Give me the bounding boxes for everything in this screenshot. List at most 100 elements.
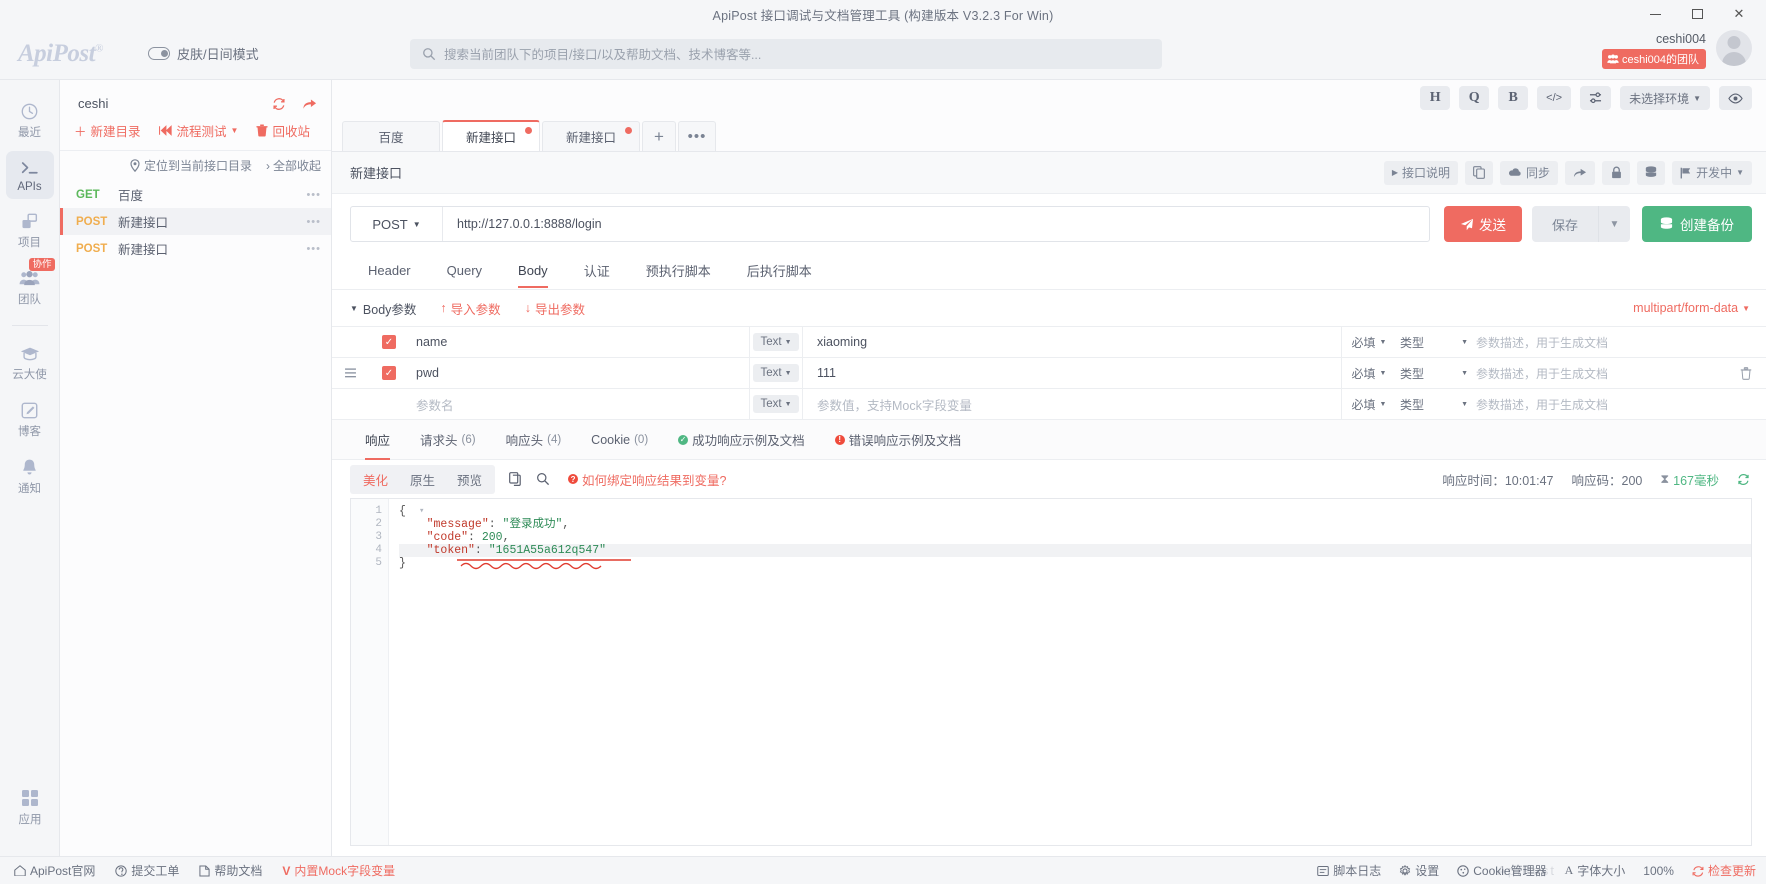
new-tab-button[interactable]: + [642,121,676,151]
tree-row-new-api-2[interactable]: POST 新建接口 ••• [60,235,331,262]
row-more-icon[interactable]: ••• [306,243,321,255]
param-name-input[interactable]: 参数名 [410,388,750,420]
code-shortcut-button[interactable]: </> [1537,86,1572,110]
settings-sliders-button[interactable] [1580,86,1612,110]
skin-mode-toggle[interactable]: 皮肤/日间模式 [148,44,259,63]
import-params-button[interactable]: ↑ 导入参数 [440,299,500,318]
refresh-icon[interactable] [272,97,286,111]
team-badge[interactable]: ceshi004的团队 [1601,49,1706,69]
footer-font-size[interactable]: A 字体大小 [1565,862,1626,879]
content-type-selector[interactable]: multipart/form-data ▼ [1633,301,1750,315]
tab-query[interactable]: Query [429,254,500,287]
eye-icon[interactable] [1719,86,1752,110]
tree-row-new-api-1[interactable]: POST 新建接口 ••• [60,208,331,235]
param-kind-selector[interactable]: 类型 ▼ [1396,334,1476,351]
param-description-input[interactable]: 参数描述，用于生成文档 [1476,396,1726,413]
query-shortcut-button[interactable]: Q [1459,86,1490,110]
lock-button[interactable] [1602,160,1631,185]
footer-zoom-level[interactable]: 100% [1643,864,1674,878]
sidebar-item-projects[interactable]: 项目 [6,204,54,256]
param-value-input[interactable]: xiaoming [802,326,1342,358]
checkbox-checked-icon[interactable]: ✓ [382,366,396,380]
tab-new-api-1[interactable]: 新建接口 [442,120,540,151]
param-required-selector[interactable]: 必填 ▼ [1342,396,1396,413]
param-name-input[interactable]: name [410,326,750,358]
tab-header[interactable]: Header [350,254,429,287]
footer-ticket-link[interactable]: 提交工单 [115,862,179,879]
search-icon[interactable] [536,472,550,486]
drag-handle[interactable] [332,368,368,378]
maximize-button[interactable] [1676,0,1718,28]
tab-cookie[interactable]: Cookie (0) [576,423,663,457]
param-value-input[interactable]: 111 [802,357,1342,389]
param-type-selector[interactable]: Text ▼ [753,364,799,382]
tab-pre-script[interactable]: 预执行脚本 [628,252,729,289]
save-button[interactable]: 保存 [1532,206,1598,242]
refresh-icon[interactable] [1737,473,1750,486]
tab-error-example[interactable]: ! 错误响应示例及文档 [820,420,977,459]
tab-response-headers[interactable]: 响应头 (4) [491,420,577,459]
tab-more-button[interactable]: ••• [678,121,716,151]
api-description-button[interactable]: ▶ 接口说明 [1383,160,1459,185]
response-code-viewer[interactable]: 1 2 3 4 5 ▾ { "message": "登录成功", "code":… [350,498,1752,846]
copy-doc-icon[interactable] [509,472,522,486]
sidebar-item-team[interactable]: 协作 团队 [6,258,55,313]
footer-cookie-manager[interactable]: Cookie管理器 [1457,862,1547,879]
send-button[interactable]: 发送 [1444,206,1522,242]
body-shortcut-button[interactable]: B [1498,86,1529,110]
header-shortcut-button[interactable]: H [1420,86,1451,110]
locate-current-api-button[interactable]: 定位到当前接口目录 [129,157,252,174]
sidebar-item-recent[interactable]: 最近 [6,94,54,146]
minimize-button[interactable] [1634,0,1676,28]
param-value-input[interactable]: 参数值，支持Mock字段变量 [802,388,1342,420]
share-icon[interactable] [302,97,317,111]
new-folder-button[interactable]: ＋ 新建目录 [74,121,141,140]
footer-website-link[interactable]: ApiPost官网 [14,862,95,879]
body-params-title[interactable]: ▼ Body参数 [350,299,416,318]
bind-variable-hint[interactable]: ? 如何绑定响应结果到变量? [568,470,727,489]
global-search[interactable]: 搜索当前团队下的项目/接口/以及帮助文档、技术博客等... [410,38,1162,69]
sync-button[interactable]: 同步 [1500,160,1559,185]
status-dropdown[interactable]: 开发中 ▼ [1672,160,1752,185]
param-type-selector[interactable]: Text ▼ [753,333,799,351]
http-method-selector[interactable]: POST ▼ [351,207,443,241]
tab-auth[interactable]: 认证 [566,252,628,289]
footer-mock-link[interactable]: V 内置Mock字段变量 [282,862,395,879]
param-kind-selector[interactable]: 类型 ▼ [1396,396,1476,413]
viewer-mode-preview[interactable]: 预览 [446,467,493,492]
tab-body[interactable]: Body [500,254,566,288]
tab-success-example[interactable]: ✓ 成功响应示例及文档 [663,420,820,459]
param-name-input[interactable]: pwd [410,357,750,389]
footer-settings[interactable]: 设置 [1399,862,1439,879]
collapse-all-button[interactable]: › 全部收起 [266,157,321,174]
param-required-selector[interactable]: 必填 ▼ [1342,365,1396,382]
footer-script-log[interactable]: 脚本日志 [1317,862,1381,879]
sidebar-item-ambassador[interactable]: 云大使 [6,336,54,388]
param-delete-button[interactable] [1726,366,1766,380]
share-button[interactable] [1565,160,1596,185]
tab-baidu[interactable]: 百度 [342,121,440,151]
sidebar-item-apis[interactable]: APIs [5,151,54,199]
create-backup-button[interactable]: 创建备份 [1642,206,1752,242]
footer-docs-link[interactable]: 帮助文档 [199,862,262,879]
flow-test-button[interactable]: 流程测试 ▼ [158,121,238,140]
avatar[interactable] [1716,30,1752,66]
json-content[interactable]: ▾ { "message": "登录成功", "code": 200, "tok… [389,499,1751,845]
tab-request-headers[interactable]: 请求头 (6) [405,420,491,459]
sidebar-item-notifications[interactable]: 通知 [6,450,54,502]
tab-response[interactable]: 响应 [350,420,405,460]
param-type-selector[interactable]: Text ▼ [753,395,799,413]
environment-selector[interactable]: 未选择环境 ▼ [1620,86,1710,110]
param-description-input[interactable]: 参数描述，用于生成文档 [1476,365,1726,382]
param-required-selector[interactable]: 必填 ▼ [1342,334,1396,351]
param-kind-selector[interactable]: 类型 ▼ [1396,365,1476,382]
close-button[interactable]: ✕ [1718,0,1760,28]
recycle-bin-button[interactable]: 回收站 [256,121,310,140]
export-params-button[interactable]: ↓ 导出参数 [525,299,585,318]
fold-toggle-icon[interactable]: ▾ [419,505,424,518]
url-input[interactable]: http://127.0.0.1:8888/login [443,217,1429,231]
database-button[interactable] [1637,160,1666,185]
tab-new-api-2[interactable]: 新建接口 [542,121,640,151]
sidebar-item-blog[interactable]: 博客 [6,393,54,445]
sidebar-item-apps[interactable]: 应用 [6,781,54,833]
